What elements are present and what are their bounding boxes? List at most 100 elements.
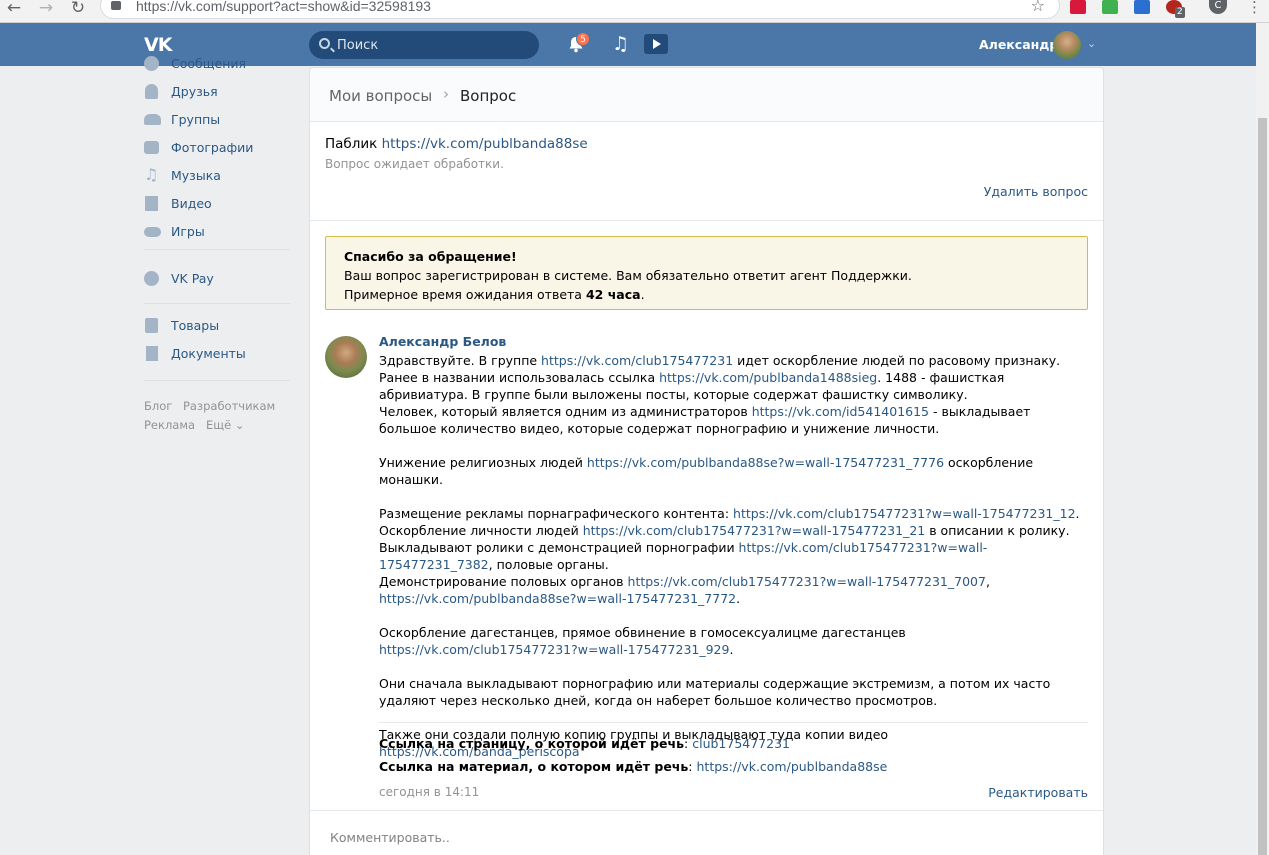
delete-question-link[interactable]: Удалить вопрос bbox=[984, 184, 1088, 199]
browser-profile-icon[interactable]: C bbox=[1209, 0, 1227, 14]
edit-message-link[interactable]: Редактировать bbox=[988, 785, 1088, 800]
bag-icon bbox=[145, 318, 158, 333]
sidebar-item-groups[interactable]: Группы bbox=[144, 107, 294, 135]
sidebar-item-label: Сообщения bbox=[171, 56, 247, 71]
message-link[interactable]: https://vk.com/club175477231?w=wall-1754… bbox=[733, 506, 1076, 521]
reload-icon[interactable]: ↻ bbox=[67, 0, 89, 22]
sidebar-item-friends[interactable]: Друзья bbox=[144, 79, 294, 107]
extension-icon-3[interactable] bbox=[1134, 0, 1150, 14]
footer-link-more[interactable]: Ещё ⌄ bbox=[206, 418, 244, 432]
chevron-right-icon: › bbox=[443, 85, 449, 103]
message-text: . bbox=[736, 591, 741, 606]
message-link[interactable]: https://vk.com/club175477231 bbox=[541, 353, 733, 368]
notifications-count-badge: 5 bbox=[576, 32, 590, 46]
divider bbox=[310, 220, 1103, 221]
forward-icon[interactable]: → bbox=[35, 0, 57, 22]
message-text: Здравствуйте. В группе bbox=[379, 353, 542, 368]
scrollbar-thumb[interactable] bbox=[1258, 118, 1267, 855]
friends-icon bbox=[145, 84, 158, 99]
sidebar-item-vkpay[interactable]: VK Pay bbox=[144, 266, 294, 294]
film-icon bbox=[145, 196, 158, 211]
message-body: Здравствуйте. В группе https://vk.com/cl… bbox=[379, 352, 1091, 760]
comment-input[interactable] bbox=[330, 826, 1080, 848]
message-link[interactable]: https://vk.com/publbanda88se?w=wall-1754… bbox=[379, 591, 736, 606]
browser-menu-icon[interactable]: ⋮ bbox=[1247, 0, 1262, 16]
colon: : bbox=[684, 736, 689, 751]
question-title: Паблик https://vk.com/publbanda88se bbox=[325, 136, 588, 152]
music-player-icon[interactable]: ♫ bbox=[612, 35, 629, 54]
thanks-notice: Спасибо за обращение! Ваш вопрос зарегис… bbox=[325, 236, 1088, 310]
message-text: Унижение религиозных людей bbox=[379, 455, 587, 470]
sidebar-divider bbox=[144, 249, 290, 250]
message-text: , половые органы. bbox=[488, 557, 609, 572]
document-icon bbox=[146, 346, 158, 361]
message-avatar[interactable] bbox=[325, 336, 367, 378]
sidebar-item-messages[interactable]: Сообщения bbox=[144, 51, 294, 79]
sidebar-divider bbox=[144, 380, 290, 381]
thanks-line1: Ваш вопрос зарегистрирован в системе. Ва… bbox=[344, 268, 912, 283]
page-reference-label: Ссылка на страницу, о которой идёт речь bbox=[379, 736, 685, 751]
footer-link-blog[interactable]: Блог bbox=[144, 399, 172, 413]
breadcrumb: Мои вопросы › Вопрос bbox=[310, 68, 1103, 122]
sidebar-item-market[interactable]: Товары bbox=[144, 313, 294, 341]
colon: : bbox=[688, 759, 693, 774]
extension-icon-2[interactable] bbox=[1102, 0, 1118, 14]
sidebar-item-label: Фотографии bbox=[171, 140, 254, 155]
message-paragraph: Оскорбление дагестанцев, прямое обвинени… bbox=[379, 624, 1091, 658]
chevron-down-icon[interactable]: ⌄ bbox=[1087, 37, 1096, 50]
sidebar-item-label: Друзья bbox=[171, 84, 218, 99]
message-link[interactable]: https://vk.com/club175477231?w=wall-1754… bbox=[628, 574, 986, 589]
message-text: . bbox=[729, 642, 734, 657]
sidebar-item-label: Группы bbox=[171, 112, 221, 127]
sidebar-item-label: Товары bbox=[171, 318, 220, 333]
address-bar[interactable]: https://vk.com/support?act=show&id=32598… bbox=[100, 0, 1060, 19]
page-scrollbar[interactable] bbox=[1256, 23, 1269, 855]
page-reference-link[interactable]: club175477231 bbox=[692, 736, 790, 751]
message-icon bbox=[144, 56, 159, 71]
sidebar-item-games[interactable]: Игры bbox=[144, 219, 294, 247]
search-box[interactable] bbox=[309, 31, 539, 59]
message-link[interactable]: https://vk.com/club175477231?w=wall-1754… bbox=[583, 523, 926, 538]
question-title-link[interactable]: https://vk.com/publbanda88se bbox=[382, 136, 588, 152]
message-link[interactable]: https://vk.com/id541401615 bbox=[752, 404, 929, 419]
search-input[interactable] bbox=[337, 36, 527, 54]
message-link[interactable]: https://vk.com/publbanda88se?w=wall-1754… bbox=[587, 455, 944, 470]
header-avatar[interactable] bbox=[1053, 31, 1081, 59]
question-status: Вопрос ожидает обработки. bbox=[325, 157, 504, 171]
thanks-line2-suffix: . bbox=[640, 287, 645, 302]
message-text: Размещение рекламы порнаграфического кон… bbox=[379, 506, 734, 521]
camera-icon bbox=[144, 141, 159, 154]
footer-link-ads[interactable]: Реклама bbox=[144, 418, 195, 432]
video-play-icon[interactable] bbox=[644, 34, 668, 54]
message-text: Демонстрирование половых органов bbox=[379, 574, 628, 589]
footer-link-developers[interactable]: Разработчикам bbox=[183, 399, 275, 413]
breadcrumb-my-questions[interactable]: Мои вопросы bbox=[329, 87, 432, 105]
message-timestamp[interactable]: сегодня в 14:11 bbox=[379, 785, 479, 799]
message-author[interactable]: Александр Белов bbox=[379, 334, 506, 349]
extension-icon-1[interactable] bbox=[1070, 0, 1086, 14]
thanks-line2-prefix: Примерное время ожидания ответа bbox=[344, 287, 582, 302]
sidebar-item-photos[interactable]: Фотографии bbox=[144, 135, 294, 163]
sidebar-item-music[interactable]: ♫ Музыка bbox=[144, 163, 294, 191]
message-paragraph: Размещение рекламы порнаграфического кон… bbox=[379, 505, 1091, 573]
thanks-title: Спасибо за обращение! bbox=[344, 249, 517, 264]
header-user-name[interactable]: Александр bbox=[979, 37, 1058, 52]
wait-time: 42 часа bbox=[585, 287, 641, 302]
sidebar-item-documents[interactable]: Документы bbox=[144, 341, 294, 369]
sidebar-item-label: Видео bbox=[171, 196, 212, 211]
message-paragraph: Они сначала выкладывают порнографию или … bbox=[379, 676, 1055, 708]
sidebar-item-label: Игры bbox=[171, 224, 205, 239]
address-url[interactable]: https://vk.com/support?act=show&id=32598… bbox=[136, 0, 431, 14]
question-title-prefix: Паблик bbox=[325, 136, 378, 152]
message-link[interactable]: https://vk.com/club175477231?w=wall-1754… bbox=[379, 642, 729, 657]
material-reference-link[interactable]: https://vk.com/publbanda88se bbox=[697, 759, 888, 774]
message-link[interactable]: https://vk.com/publbanda1488sieg bbox=[659, 370, 877, 385]
back-icon[interactable]: ← bbox=[3, 0, 25, 22]
message-paragraph: Демонстрирование половых органов https:/… bbox=[379, 573, 1091, 607]
sidebar-item-video[interactable]: Видео bbox=[144, 191, 294, 219]
bookmark-star-icon[interactable]: ☆ bbox=[1031, 0, 1045, 15]
